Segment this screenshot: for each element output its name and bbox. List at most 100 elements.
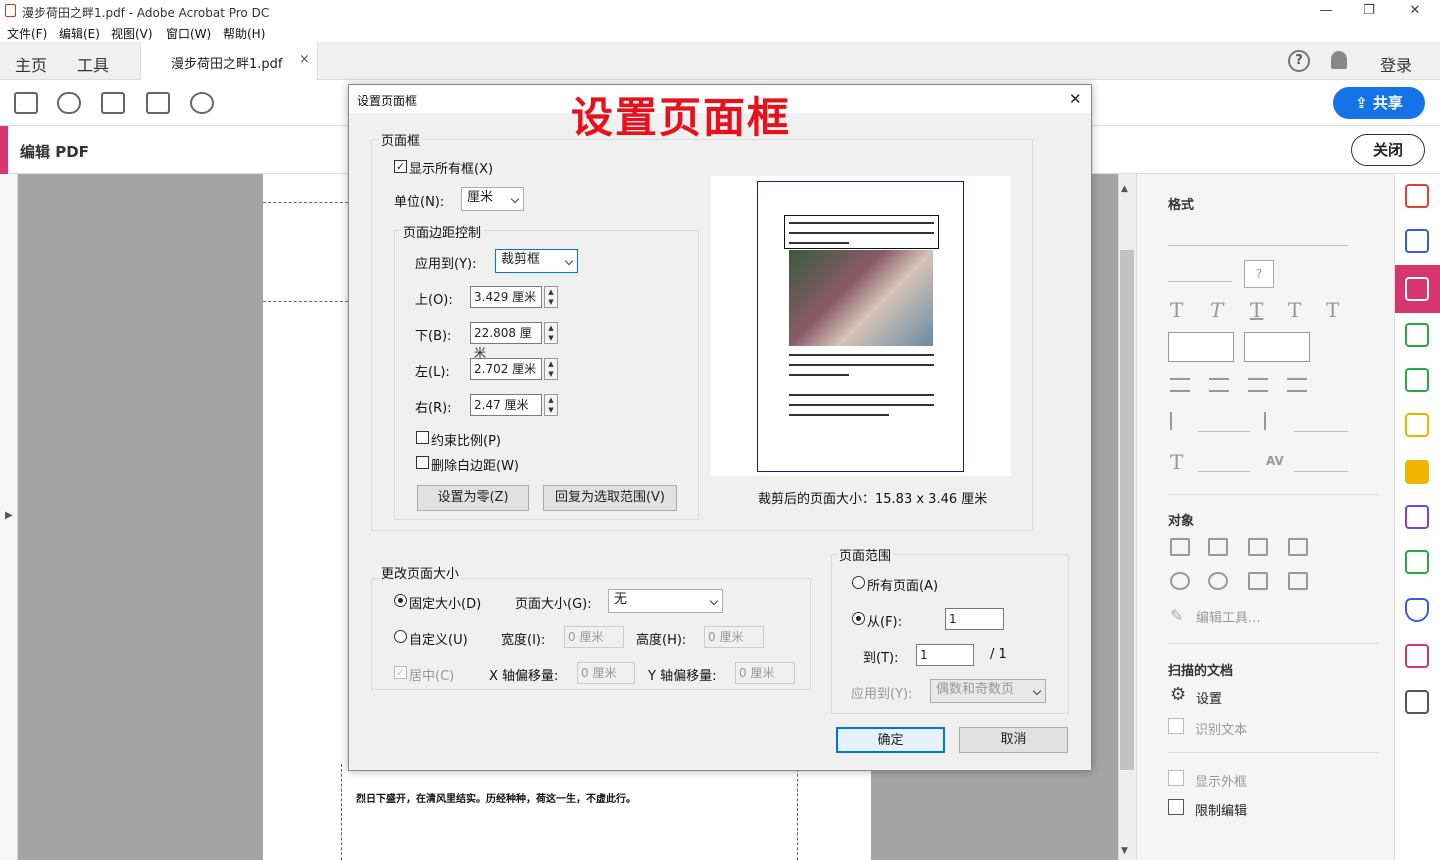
- ok-button[interactable]: 确定: [836, 727, 945, 753]
- font-dropdown[interactable]: [1168, 228, 1348, 246]
- arrange-icon[interactable]: [1288, 572, 1308, 590]
- text-bold-icon[interactable]: T: [1170, 298, 1183, 322]
- enhance-scans-icon[interactable]: [1405, 413, 1429, 437]
- flip-icon[interactable]: [1170, 538, 1190, 556]
- unit-select[interactable]: 厘米: [461, 187, 524, 211]
- remove-white-margins-checkbox[interactable]: [416, 456, 429, 469]
- upload-cloud-icon[interactable]: [57, 92, 81, 114]
- restrict-edit-checkbox[interactable]: [1168, 799, 1184, 815]
- left-margin-spinner[interactable]: ▲ ▼: [544, 358, 558, 380]
- text-scale-dropdown[interactable]: [1198, 454, 1250, 472]
- center-checkbox[interactable]: ✓: [394, 666, 407, 679]
- top-margin-input[interactable]: 3.429 厘米: [470, 286, 542, 308]
- rotate-right-icon[interactable]: [1208, 572, 1228, 590]
- bottom-margin-spinner[interactable]: ▲ ▼: [544, 322, 558, 344]
- create-pdf-icon[interactable]: [1405, 184, 1429, 208]
- expand-left-icon[interactable]: ▶: [5, 510, 13, 521]
- to-page-input[interactable]: 1: [916, 644, 974, 666]
- organize-pages-icon[interactable]: [1405, 368, 1429, 392]
- help-circle-icon[interactable]: ?: [1244, 260, 1274, 288]
- text-italic-icon[interactable]: T: [1210, 298, 1223, 322]
- text-scale-icon[interactable]: T: [1170, 450, 1183, 474]
- align-center-icon[interactable]: [1209, 378, 1229, 392]
- text-underline-icon[interactable]: T: [1250, 298, 1263, 322]
- right-margin-spinner[interactable]: ▲ ▼: [544, 394, 558, 416]
- menu-window[interactable]: 窗口(W): [166, 25, 211, 42]
- left-margin-input[interactable]: 2.702 厘米: [470, 358, 542, 380]
- cancel-button[interactable]: 取消: [959, 727, 1068, 753]
- bell-icon[interactable]: [1331, 51, 1347, 69]
- height-input[interactable]: 0 厘米: [704, 626, 764, 648]
- print-production-icon[interactable]: [1405, 550, 1429, 574]
- scroll-up-icon[interactable]: ▲: [1121, 184, 1128, 194]
- page-size-select[interactable]: 无: [608, 589, 723, 613]
- custom-size-radio[interactable]: [394, 630, 407, 643]
- settings-link[interactable]: 设置: [1196, 688, 1222, 707]
- mirror-icon[interactable]: [1208, 538, 1228, 556]
- apply-to-select[interactable]: 裁剪框: [495, 249, 578, 273]
- help-icon[interactable]: ?: [1288, 50, 1310, 72]
- align-objects-icon[interactable]: [1288, 538, 1308, 556]
- all-pages-radio[interactable]: [852, 576, 865, 589]
- close-edit-button[interactable]: 关闭: [1351, 134, 1425, 166]
- close-tab-icon[interactable]: ×: [299, 52, 310, 67]
- menu-file[interactable]: 文件(F): [7, 25, 47, 42]
- close-window-button[interactable]: ✕: [1392, 0, 1438, 22]
- crop-icon[interactable]: [1248, 538, 1268, 556]
- login-link[interactable]: 登录: [1380, 52, 1412, 76]
- protect-icon[interactable]: [1405, 598, 1429, 622]
- show-outline-checkbox[interactable]: [1168, 770, 1184, 786]
- width-input[interactable]: 0 厘米: [564, 626, 624, 648]
- scrollbar-thumb[interactable]: [1120, 250, 1134, 770]
- paragraph-spacing-dropdown[interactable]: [1294, 414, 1348, 432]
- save-icon[interactable]: [14, 92, 38, 114]
- char-spacing-dropdown[interactable]: [1294, 454, 1348, 472]
- tab-document[interactable]: 漫步荷田之畔1.pdf ×: [140, 42, 318, 80]
- zoom-search-icon[interactable]: [190, 92, 214, 114]
- share-button[interactable]: ⇪ 共享: [1333, 87, 1425, 119]
- recognize-text-checkbox[interactable]: [1168, 718, 1184, 734]
- more-tools-icon[interactable]: [1405, 690, 1429, 714]
- export-pdf-icon[interactable]: [1405, 323, 1429, 347]
- char-spacing-icon[interactable]: AV: [1266, 454, 1284, 468]
- bullet-list-button[interactable]: [1168, 332, 1234, 362]
- x-offset-input[interactable]: 0 厘米: [577, 662, 635, 684]
- replace-image-icon[interactable]: [1248, 572, 1268, 590]
- comment-icon[interactable]: [1405, 460, 1429, 484]
- rotate-left-icon[interactable]: [1170, 572, 1190, 590]
- from-page-input[interactable]: 1: [945, 608, 1004, 630]
- y-offset-input[interactable]: 0 厘米: [735, 662, 795, 684]
- tab-home[interactable]: 主页: [15, 52, 47, 76]
- revert-to-selection-button[interactable]: 回复为选取范围(V): [543, 485, 677, 511]
- line-spacing-dropdown[interactable]: [1198, 414, 1250, 432]
- align-left-icon[interactable]: [1170, 378, 1190, 392]
- align-justify-icon[interactable]: [1287, 378, 1307, 392]
- email-icon[interactable]: [146, 92, 170, 114]
- align-right-icon[interactable]: [1248, 378, 1268, 392]
- fill-sign-icon[interactable]: [1405, 505, 1429, 529]
- scroll-down-icon[interactable]: ▼: [1121, 846, 1128, 856]
- font-size-dropdown[interactable]: [1168, 264, 1232, 282]
- bottom-margin-input[interactable]: 22.808 厘米: [470, 322, 542, 360]
- print-icon[interactable]: [101, 92, 125, 114]
- combine-files-icon[interactable]: [1405, 229, 1429, 253]
- menu-edit[interactable]: 编辑(E): [59, 25, 100, 42]
- numbered-list-button[interactable]: [1244, 332, 1310, 362]
- restore-button[interactable]: ❐: [1346, 0, 1392, 22]
- top-margin-spinner[interactable]: ▲ ▼: [544, 286, 558, 308]
- paragraph-spacing-icon[interactable]: [1264, 412, 1284, 430]
- minimize-button[interactable]: —: [1303, 0, 1349, 22]
- constrain-proportions-checkbox[interactable]: [416, 431, 429, 444]
- sign-icon[interactable]: [1405, 644, 1429, 668]
- from-radio[interactable]: [852, 612, 865, 625]
- apply-to-pages-select[interactable]: 偶数和奇数页: [930, 679, 1046, 703]
- subscript-icon[interactable]: T: [1326, 298, 1339, 322]
- menu-help[interactable]: 帮助(H): [223, 25, 265, 42]
- menu-view[interactable]: 视图(V): [111, 25, 153, 42]
- tab-tools[interactable]: 工具: [77, 52, 109, 76]
- show-all-boxes-checkbox[interactable]: ✓: [394, 160, 407, 173]
- right-margin-input[interactable]: 2.47 厘米: [470, 394, 542, 416]
- edit-pdf-icon[interactable]: [1405, 277, 1429, 301]
- dialog-close-icon[interactable]: ✕: [1069, 90, 1082, 108]
- superscript-icon[interactable]: T: [1288, 298, 1301, 322]
